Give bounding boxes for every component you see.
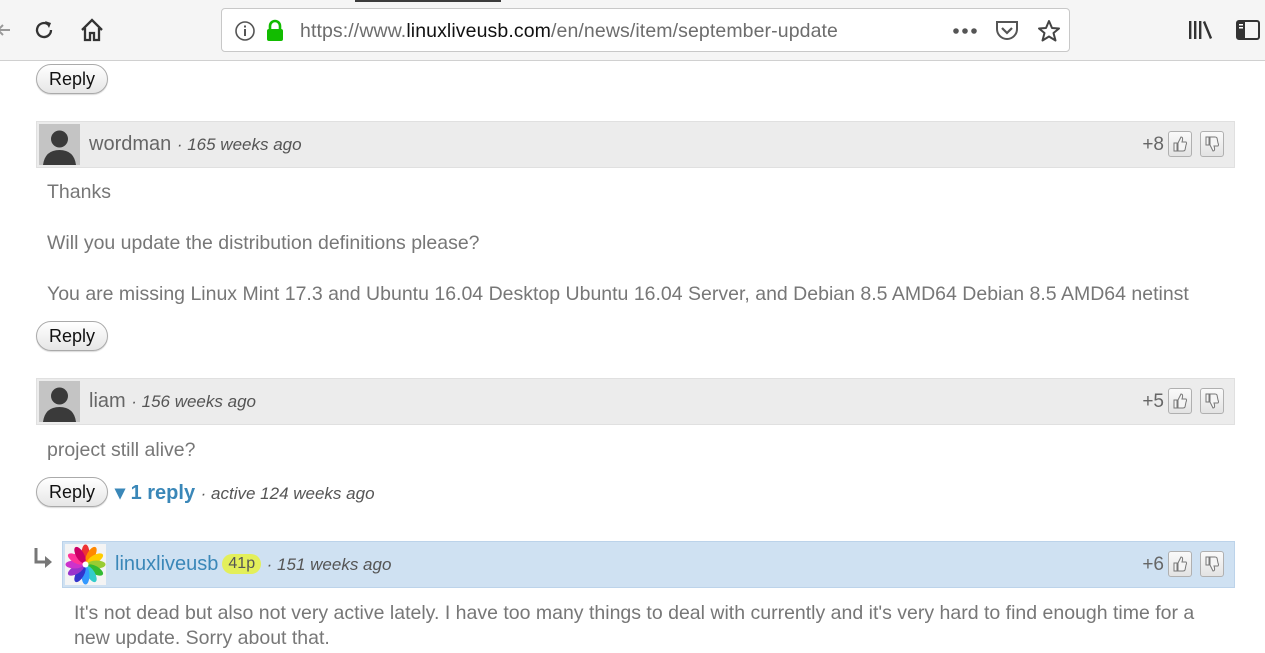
active-tab-indicator (355, 0, 501, 2)
thumbs-up-icon[interactable] (1168, 551, 1192, 577)
comment-header: linuxliveusb 41p · 151 weeks ago +6 (62, 541, 1235, 588)
url-bar[interactable]: https://www.linuxliveusb.com/en/news/ite… (221, 8, 1070, 52)
reload-icon[interactable] (30, 16, 58, 44)
comment-time: · 151 weeks ago (266, 555, 392, 574)
replies-active: · active 124 weeks ago (200, 484, 375, 503)
comment-author: linuxliveusb 41p · 151 weeks ago (115, 553, 391, 576)
bookmark-star-icon[interactable] (1036, 18, 1062, 44)
comment-score: +8 (1142, 134, 1164, 155)
comment-score: +6 (1142, 554, 1164, 575)
author-name[interactable]: wordman (89, 133, 171, 155)
author-name[interactable]: liam (89, 390, 126, 412)
reply-arrow-icon (33, 545, 53, 577)
avatar[interactable] (39, 124, 80, 165)
points-badge: 41p (222, 554, 262, 574)
info-icon[interactable] (232, 18, 258, 44)
author-name[interactable]: linuxliveusb (115, 553, 218, 575)
comment-paragraph: project still alive? (47, 439, 196, 461)
thumbs-down-icon[interactable] (1200, 131, 1224, 157)
sidebar-icon[interactable] (1234, 16, 1262, 44)
comment-header: liam · 156 weeks ago +5 (36, 378, 1235, 425)
comment-score: +5 (1142, 391, 1164, 412)
back-icon[interactable] (0, 16, 18, 44)
thumbs-up-icon[interactable] (1168, 388, 1192, 414)
avatar[interactable] (39, 381, 80, 422)
comment-paragraph: You are missing Linux Mint 17.3 and Ubun… (47, 283, 1189, 305)
comment-header: wordman · 165 weeks ago +8 (36, 121, 1235, 168)
reply-button[interactable]: Reply (36, 321, 109, 351)
avatar[interactable] (65, 544, 106, 585)
replies-toggle[interactable]: ▾ 1 reply · active 124 weeks ago (115, 480, 375, 505)
browser-toolbar: https://www.linuxliveusb.com/en/news/ite… (0, 0, 1265, 61)
comment-paragraph: It's not dead but also not very active l… (74, 602, 1195, 649)
comments-section: Reply wordman · 165 weeks ago +8 Thanks … (0, 61, 1265, 653)
pocket-icon[interactable] (994, 18, 1020, 44)
lock-icon[interactable] (262, 18, 288, 44)
library-icon[interactable] (1186, 16, 1214, 44)
thumbs-up-icon[interactable] (1168, 131, 1192, 157)
url-text[interactable]: https://www.linuxliveusb.com/en/news/ite… (300, 20, 838, 43)
reply-button[interactable]: Reply (36, 477, 109, 507)
reply-button[interactable]: Reply (36, 64, 109, 94)
comment-time: · 156 weeks ago (131, 392, 256, 411)
comment-time: · 165 weeks ago (176, 135, 302, 154)
comment-author: liam · 156 weeks ago (89, 390, 256, 413)
thumbs-down-icon[interactable] (1200, 388, 1224, 414)
comment-author: wordman · 165 weeks ago (89, 133, 302, 156)
comment-paragraph: Will you update the distribution definit… (47, 232, 480, 254)
comment-paragraph: Thanks (47, 181, 111, 203)
thumbs-down-icon[interactable] (1200, 551, 1224, 577)
page-actions-icon[interactable] (952, 18, 978, 44)
replies-toggle-label[interactable]: ▾ 1 reply (115, 482, 195, 504)
home-icon[interactable] (78, 16, 106, 44)
